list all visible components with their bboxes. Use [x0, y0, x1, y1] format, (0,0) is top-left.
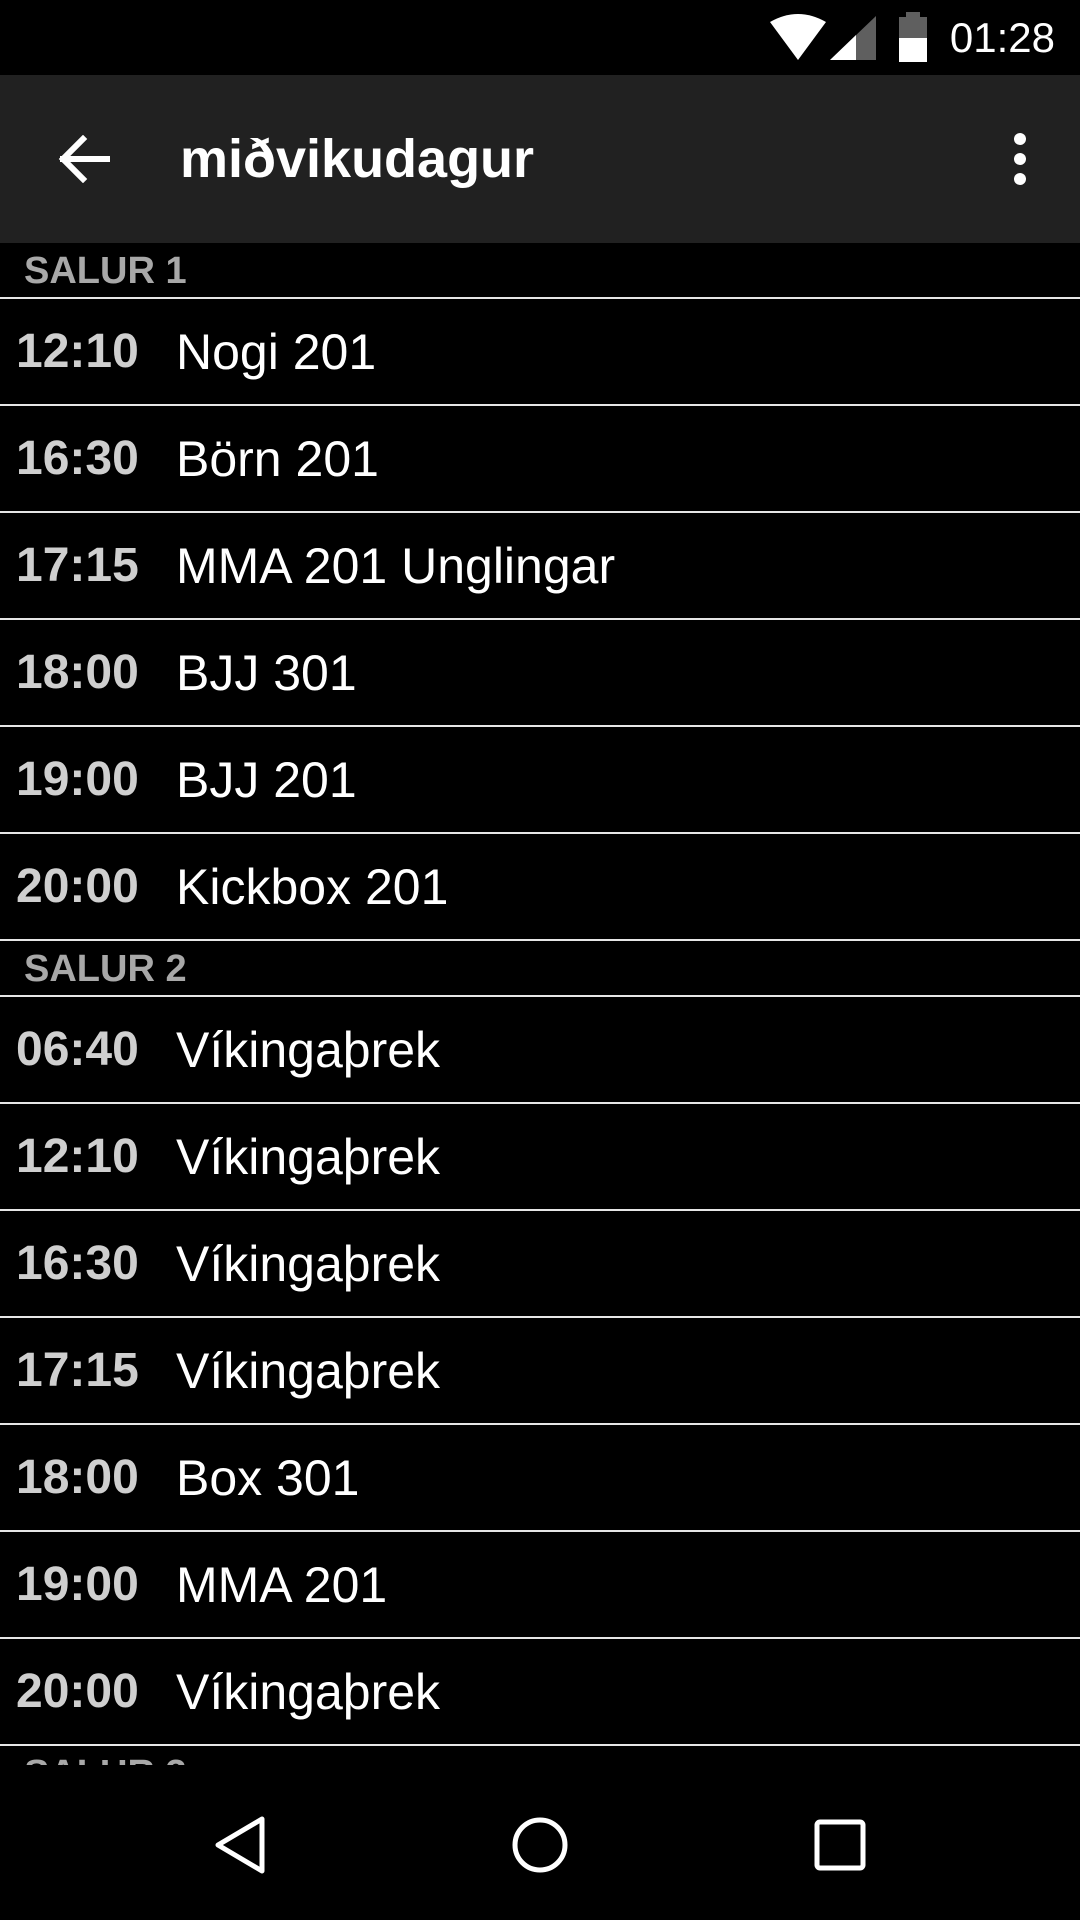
class-name: BJJ 301 — [176, 644, 357, 701]
section-header: SALUR 2 — [0, 941, 1080, 997]
class-name: MMA 201 — [176, 1556, 388, 1613]
list-item[interactable]: 16:30 Börn 201 — [0, 406, 1080, 513]
back-button[interactable] — [42, 117, 126, 201]
section-header: SALUR 3 — [0, 1746, 1080, 1765]
arrow-left-icon — [58, 135, 110, 183]
class-name: BJJ 201 — [176, 751, 357, 808]
class-name: Box 301 — [176, 1449, 360, 1506]
overflow-menu-button[interactable] — [988, 117, 1052, 201]
list-item[interactable]: 16:30 Víkingaþrek — [0, 1211, 1080, 1318]
status-bar: 01:28 — [0, 0, 1080, 75]
list-item[interactable]: 18:00 BJJ 301 — [0, 620, 1080, 727]
class-time: 18:00 — [16, 646, 139, 699]
nav-home-icon — [512, 1817, 568, 1873]
list-item[interactable]: 17:15 MMA 201 Unglingar — [0, 513, 1080, 620]
app-bar: miðvikudagur — [0, 75, 1080, 243]
class-time: 20:00 — [16, 860, 139, 913]
page-title: miðvikudagur — [180, 129, 535, 189]
class-time: 17:15 — [16, 1344, 139, 1397]
class-name: Víkingaþrek — [176, 1342, 441, 1399]
wifi-icon — [770, 14, 826, 60]
signal-icon — [830, 16, 876, 60]
list-item[interactable]: 19:00 MMA 201 — [0, 1532, 1080, 1639]
navigation-bar — [0, 1765, 1080, 1920]
class-name: Víkingaþrek — [176, 1128, 441, 1185]
class-time: 12:10 — [16, 1130, 139, 1183]
section-header: SALUR 1 — [0, 243, 1080, 299]
nav-recents-button[interactable] — [790, 1795, 890, 1895]
class-name: Víkingaþrek — [176, 1663, 441, 1720]
nav-home-button[interactable] — [490, 1795, 590, 1895]
class-time: 16:30 — [16, 1237, 139, 1290]
battery-icon — [899, 12, 927, 62]
list-item[interactable]: 12:10 Víkingaþrek — [0, 1104, 1080, 1211]
status-clock: 01:28 — [949, 14, 1055, 61]
nav-back-icon — [215, 1816, 265, 1874]
class-time: 16:30 — [16, 432, 139, 485]
nav-recents-icon — [814, 1819, 866, 1871]
list-item[interactable]: 17:15 Víkingaþrek — [0, 1318, 1080, 1425]
class-name: MMA 201 Unglingar — [176, 537, 616, 594]
list-item[interactable]: 20:00 Kickbox 201 — [0, 834, 1080, 941]
class-name: Börn 201 — [176, 430, 379, 487]
class-time: 20:00 — [16, 1665, 139, 1718]
nav-back-button[interactable] — [190, 1795, 290, 1895]
class-time: 12:10 — [16, 325, 139, 378]
list-item[interactable]: 12:10 Nogi 201 — [0, 299, 1080, 406]
class-name: Víkingaþrek — [176, 1235, 441, 1292]
class-time: 06:40 — [16, 1023, 139, 1076]
list-item[interactable]: 18:00 Box 301 — [0, 1425, 1080, 1532]
list-item[interactable]: 20:00 Víkingaþrek — [0, 1639, 1080, 1746]
class-name: Nogi 201 — [176, 323, 377, 380]
more-vert-icon — [1014, 133, 1026, 185]
class-time: 19:00 — [16, 1558, 139, 1611]
class-time: 18:00 — [16, 1451, 139, 1504]
schedule-list[interactable]: SALUR 1 12:10 Nogi 201 16:30 Börn 201 17… — [0, 243, 1080, 1765]
class-time: 19:00 — [16, 753, 139, 806]
class-name: Kickbox 201 — [176, 858, 449, 915]
class-name: Víkingaþrek — [176, 1021, 441, 1078]
list-item[interactable]: 19:00 BJJ 201 — [0, 727, 1080, 834]
class-time: 17:15 — [16, 539, 139, 592]
list-item[interactable]: 06:40 Víkingaþrek — [0, 997, 1080, 1104]
